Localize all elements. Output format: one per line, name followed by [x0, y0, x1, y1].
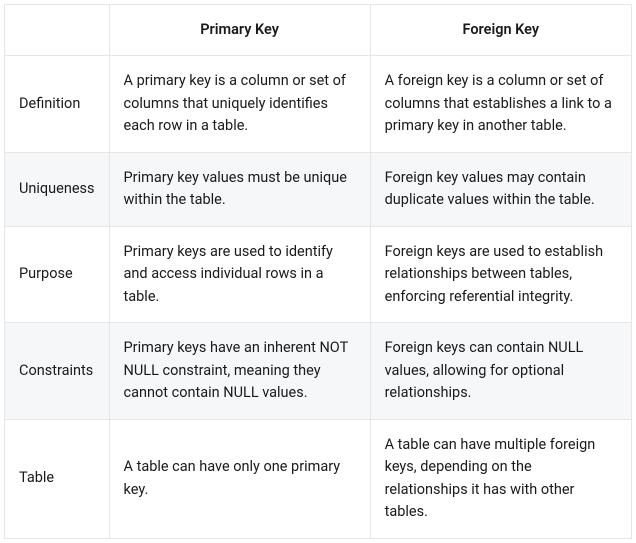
header-row: Primary Key Foreign Key	[5, 5, 632, 56]
table-row: Table A table can have only one primary …	[5, 419, 632, 538]
cell-primary: Primary key values must be unique within…	[109, 152, 370, 226]
table-row: Constraints Primary keys have an inheren…	[5, 323, 632, 419]
table-row: Definition A primary key is a column or …	[5, 56, 632, 152]
cell-foreign: Foreign keys are used to establish relat…	[370, 226, 631, 322]
cell-primary: A table can have only one primary key.	[109, 419, 370, 538]
table-row: Uniqueness Primary key values must be un…	[5, 152, 632, 226]
cell-foreign: A table can have multiple foreign keys, …	[370, 419, 631, 538]
cell-foreign: A foreign key is a column or set of colu…	[370, 56, 631, 152]
row-label: Definition	[5, 56, 110, 152]
cell-primary: Primary keys are used to identify and ac…	[109, 226, 370, 322]
row-label: Purpose	[5, 226, 110, 322]
row-label: Table	[5, 419, 110, 538]
comparison-table: Primary Key Foreign Key Definition A pri…	[4, 4, 632, 539]
table-row: Purpose Primary keys are used to identif…	[5, 226, 632, 322]
cell-primary: A primary key is a column or set of colu…	[109, 56, 370, 152]
cell-foreign: Foreign key values may contain duplicate…	[370, 152, 631, 226]
header-primary-key: Primary Key	[109, 5, 370, 56]
header-corner	[5, 5, 110, 56]
header-foreign-key: Foreign Key	[370, 5, 631, 56]
row-label: Constraints	[5, 323, 110, 419]
row-label: Uniqueness	[5, 152, 110, 226]
cell-primary: Primary keys have an inherent NOT NULL c…	[109, 323, 370, 419]
cell-foreign: Foreign keys can contain NULL values, al…	[370, 323, 631, 419]
